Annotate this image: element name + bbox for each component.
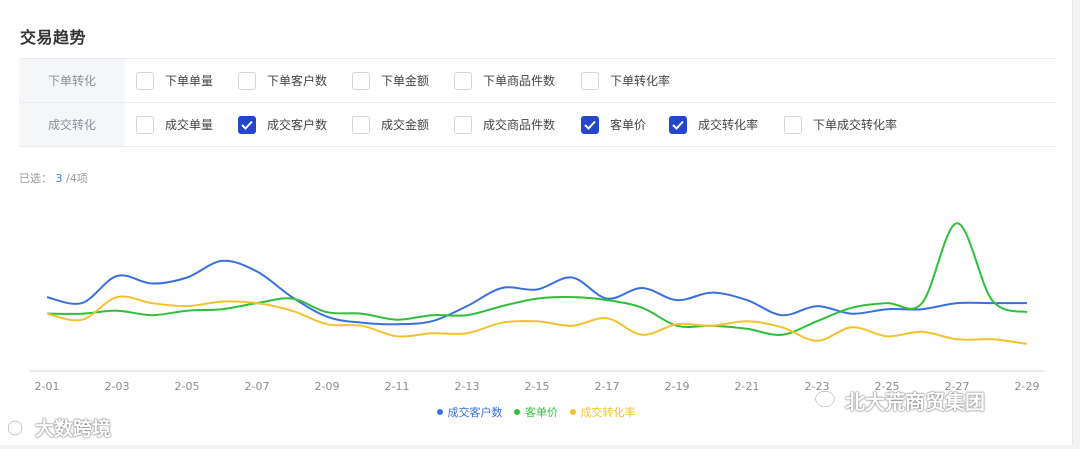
option-label: 成交单量 xyxy=(165,118,214,132)
option-label: 下单金额 xyxy=(381,74,430,88)
checkbox-order-customers[interactable] xyxy=(238,71,256,90)
option-deal-items[interactable]: 成交商品件数 xyxy=(454,103,555,146)
checkbox-unit-price[interactable] xyxy=(581,115,599,134)
x-tick-label: 2-21 xyxy=(735,380,760,393)
option-label: 下单成交转化率 xyxy=(813,118,898,132)
selected-number: 3 xyxy=(55,172,63,185)
watermark-right: 北大荒商贸集团 xyxy=(815,386,985,415)
x-tick-label: 2-05 xyxy=(175,380,200,393)
option-deal-count[interactable]: 成交单量 xyxy=(136,103,213,146)
x-tick-label: 2-29 xyxy=(1015,380,1040,393)
legend-label: 客单价 xyxy=(525,406,558,419)
watermark-logo-icon xyxy=(8,419,30,435)
watermark-left-text: 大数跨境 xyxy=(35,418,112,440)
selected-suffix: /4项 xyxy=(66,172,88,185)
row-label-deal: 成交转化 xyxy=(19,103,125,146)
legend-label: 成交客户数 xyxy=(447,406,503,419)
option-order-conversion[interactable]: 下单转化率 xyxy=(581,59,670,102)
x-tick-label: 2-11 xyxy=(385,380,410,393)
legend-item[interactable]: 客单价 xyxy=(514,404,558,420)
x-tick-label: 2-15 xyxy=(525,380,550,393)
x-tick-label: 2-01 xyxy=(35,380,60,393)
legend-item[interactable]: 成交转化率 xyxy=(569,404,636,420)
legend-dot xyxy=(514,409,520,415)
option-order-items[interactable]: 下单商品件数 xyxy=(454,59,555,102)
metric-row-order: 下单转化 下单单量 下单客户数 下单金额 下单商品件数 下单转化率 xyxy=(19,59,1056,103)
series-line xyxy=(46,259,1027,326)
option-label: 下单转化率 xyxy=(610,74,671,88)
wechat-icon xyxy=(815,390,840,410)
checkbox-order-conversion[interactable] xyxy=(581,71,599,90)
metric-row-deal: 成交转化 成交单量 成交客户数 成交金额 成交商品件数 客单价 成交转化率 下单… xyxy=(19,103,1056,147)
option-order-amount[interactable]: 下单金额 xyxy=(352,59,429,102)
watermark-right-text: 北大荒商贸集团 xyxy=(845,390,985,414)
legend-item[interactable]: 成交客户数 xyxy=(436,404,503,420)
option-label: 成交金额 xyxy=(381,118,430,132)
option-label: 下单客户数 xyxy=(267,74,328,88)
x-tick-label: 2-03 xyxy=(105,380,130,393)
legend-dot xyxy=(569,409,576,415)
option-order-deal-conversion[interactable]: 下单成交转化率 xyxy=(784,103,897,146)
series-line xyxy=(46,222,1028,336)
checkbox-order-items[interactable] xyxy=(454,71,472,90)
option-deal-amount[interactable]: 成交金额 xyxy=(352,103,429,146)
checkbox-deal-amount[interactable] xyxy=(352,115,370,134)
option-label: 下单商品件数 xyxy=(483,74,556,88)
checkbox-deal-conversion[interactable] xyxy=(669,115,687,134)
option-label: 客单价 xyxy=(610,118,647,132)
checkbox-order-deal-conversion[interactable] xyxy=(784,115,802,134)
section-title: 交易趋势 xyxy=(20,28,87,47)
option-label: 成交客户数 xyxy=(267,118,328,132)
row-label-order: 下单转化 xyxy=(19,59,125,102)
legend-dot xyxy=(436,409,443,415)
checkbox-order-count[interactable] xyxy=(136,71,154,90)
metric-selector-table: 下单转化 下单单量 下单客户数 下单金额 下单商品件数 下单转化率 成交转化 成… xyxy=(19,58,1056,147)
option-label: 下单单量 xyxy=(165,74,214,88)
option-order-count[interactable]: 下单单量 xyxy=(136,59,213,102)
checkbox-deal-customers[interactable] xyxy=(238,115,256,134)
x-tick-label: 2-19 xyxy=(665,380,690,393)
trade-trend-card: 交易趋势 下单转化 下单单量 下单客户数 下单金额 下单商品件数 下单转化率 成… xyxy=(0,0,1073,445)
x-tick-label: 2-13 xyxy=(455,380,480,393)
x-tick-label: 2-09 xyxy=(315,380,340,393)
option-label: 成交转化率 xyxy=(698,118,759,132)
option-deal-customers[interactable]: 成交客户数 xyxy=(238,103,327,146)
option-order-customers[interactable]: 下单客户数 xyxy=(238,59,327,102)
selected-count: 已选： 3 /4项 xyxy=(19,170,88,186)
option-unit-price[interactable]: 客单价 xyxy=(581,103,646,146)
watermark-left: 大数跨境 xyxy=(8,414,111,441)
x-tick-label: 2-17 xyxy=(595,380,620,393)
x-tick-label: 2-07 xyxy=(245,380,270,393)
trend-line-chart: 2-01 2-03 2-05 2-07 2-09 2-11 2-13 2-15 2-17 2-19… xyxy=(30,222,1045,393)
checkbox-deal-count[interactable] xyxy=(136,115,154,134)
selected-prefix: 已选： xyxy=(19,172,52,185)
legend-label: 成交转化率 xyxy=(580,406,636,419)
option-label: 成交商品件数 xyxy=(483,118,556,132)
option-deal-conversion[interactable]: 成交转化率 xyxy=(669,103,758,146)
checkbox-deal-items[interactable] xyxy=(454,115,472,134)
checkbox-order-amount[interactable] xyxy=(352,71,370,90)
